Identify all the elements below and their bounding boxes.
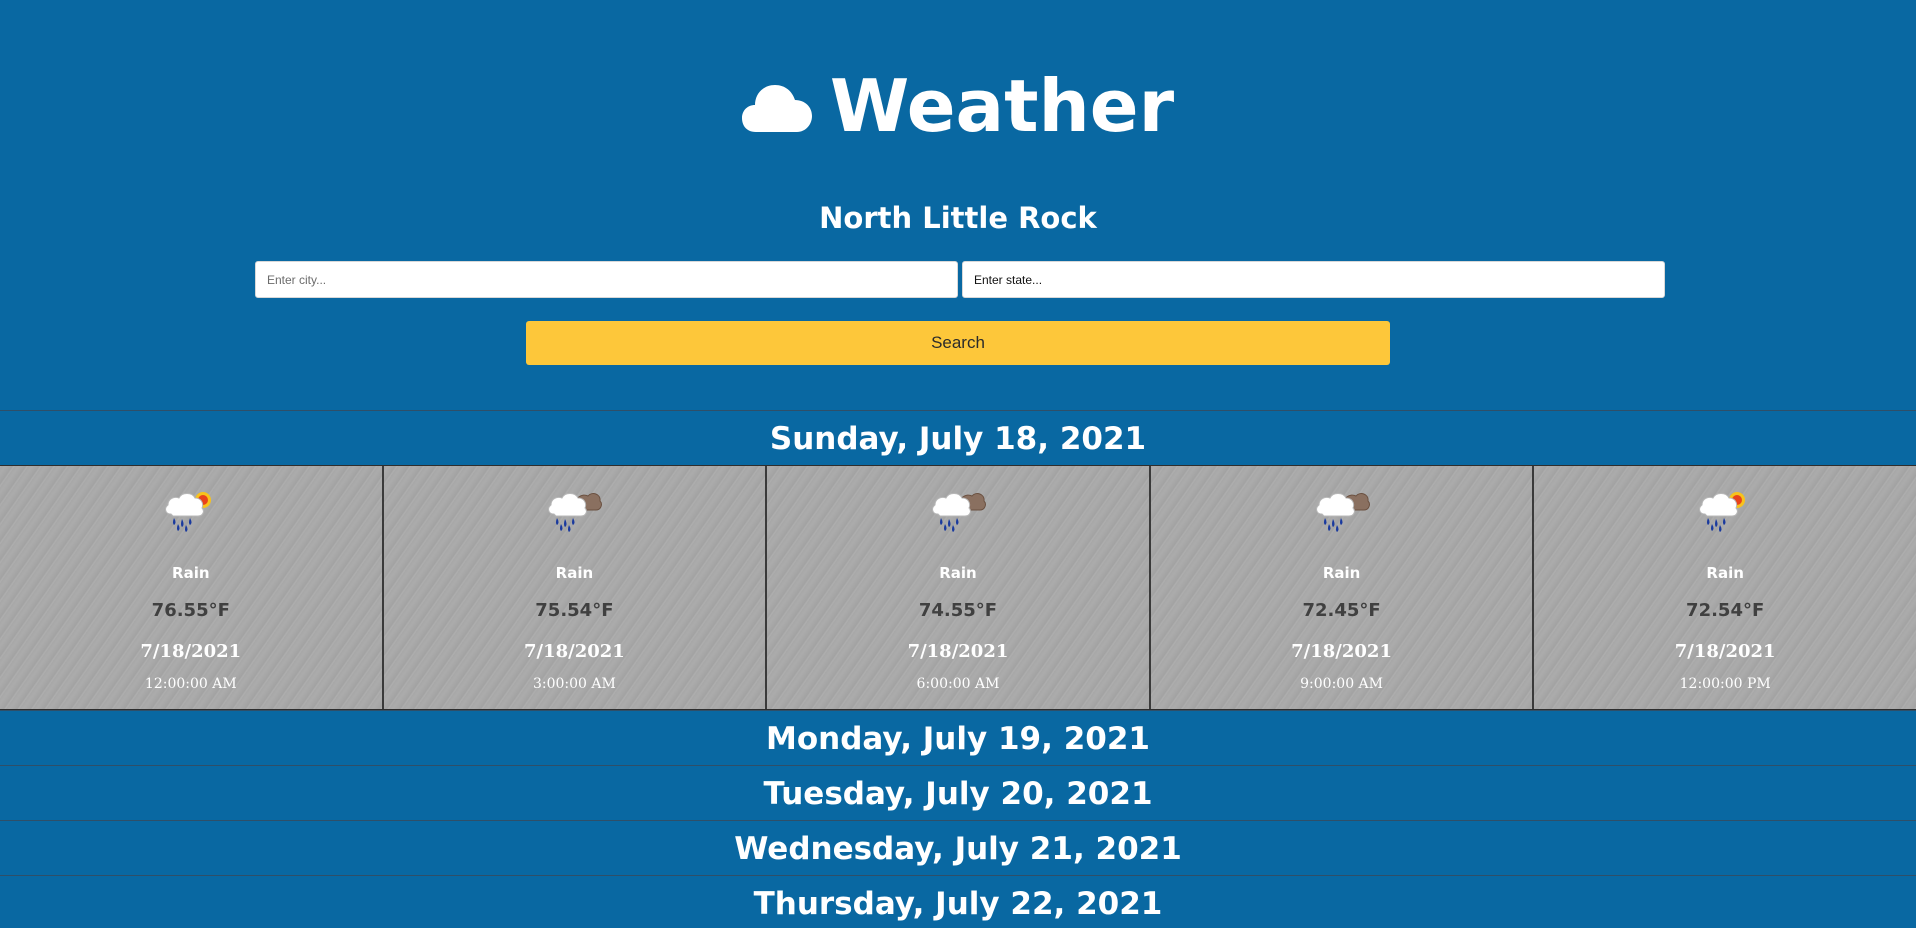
day-header[interactable]: Sunday, July 18, 2021 xyxy=(0,411,1916,465)
forecast-temperature: 72.54°F xyxy=(1686,600,1765,621)
forecast-description: Rain xyxy=(1322,564,1361,582)
brand: Weather xyxy=(0,62,1916,154)
day-header[interactable]: Thursday, July 22, 2021 xyxy=(0,876,1916,928)
forecast-time: 12:00:00 PM xyxy=(1679,676,1771,692)
forecast-date: 7/18/2021 xyxy=(140,641,242,662)
city-input[interactable] xyxy=(255,261,958,298)
day-section: Tuesday, July 20, 2021 xyxy=(0,765,1916,820)
forecast-description: Rain xyxy=(1706,564,1744,582)
day-header[interactable]: Monday, July 19, 2021 xyxy=(0,711,1916,765)
rain-sun-icon xyxy=(163,488,219,532)
forecast-card: Rain 74.55°F 7/18/2021 6:00:00 AM xyxy=(767,466,1151,709)
forecast-date: 7/18/2021 xyxy=(1674,641,1776,662)
state-input[interactable] xyxy=(962,261,1665,298)
day-header[interactable]: Wednesday, July 21, 2021 xyxy=(0,821,1916,875)
forecast-temperature: 72.45°F xyxy=(1302,600,1381,621)
rain-cloud-icon xyxy=(546,488,603,532)
forecast-time: 9:00:00 AM xyxy=(1300,676,1384,692)
app-title: Weather xyxy=(829,64,1175,148)
search-inputs xyxy=(255,261,1665,298)
search-button[interactable]: Search xyxy=(526,321,1390,365)
day-header[interactable]: Tuesday, July 20, 2021 xyxy=(0,766,1916,820)
forecast-date: 7/18/2021 xyxy=(907,641,1009,662)
forecast-description: Rain xyxy=(555,564,594,582)
forecast-temperature: 76.55°F xyxy=(151,600,230,621)
day-section: Sunday, July 18, 2021 Rain 76.55°F 7/18/… xyxy=(0,410,1916,710)
rain-cloud-icon xyxy=(930,488,986,532)
day-section: Thursday, July 22, 2021 xyxy=(0,875,1916,928)
forecast-date: 7/18/2021 xyxy=(523,641,625,662)
forecast-card: Rain 76.55°F 7/18/2021 12:00:00 AM xyxy=(0,466,384,709)
forecast-row: Rain 76.55°F 7/18/2021 12:00:00 AM Rain … xyxy=(0,465,1916,710)
forecast-time: 3:00:00 AM xyxy=(532,676,616,692)
rain-cloud-icon xyxy=(1314,488,1370,532)
city-name: North Little Rock xyxy=(819,201,1097,235)
header: Weather North Little Rock Search xyxy=(0,0,1916,410)
forecast-temperature: 75.54°F xyxy=(535,600,614,621)
forecast-card: Rain 75.54°F 7/18/2021 3:00:00 AM xyxy=(383,466,768,709)
forecast-description: Rain xyxy=(939,564,977,582)
forecast-time: 6:00:00 AM xyxy=(916,676,1000,692)
rain-sun-icon xyxy=(1697,488,1753,532)
forecast-card: Rain 72.45°F 7/18/2021 9:00:00 AM xyxy=(1150,466,1535,709)
forecast-time: 12:00:00 AM xyxy=(144,676,237,692)
day-section: Wednesday, July 21, 2021 xyxy=(0,820,1916,875)
cloud-icon xyxy=(741,80,812,132)
forecast-date: 7/18/2021 xyxy=(1291,641,1392,662)
forecast-description: Rain xyxy=(172,564,210,582)
day-section: Monday, July 19, 2021 xyxy=(0,710,1916,765)
forecast-card: Rain 72.54°F 7/18/2021 12:00:00 PM xyxy=(1534,466,1916,709)
forecast-temperature: 74.55°F xyxy=(918,600,998,621)
